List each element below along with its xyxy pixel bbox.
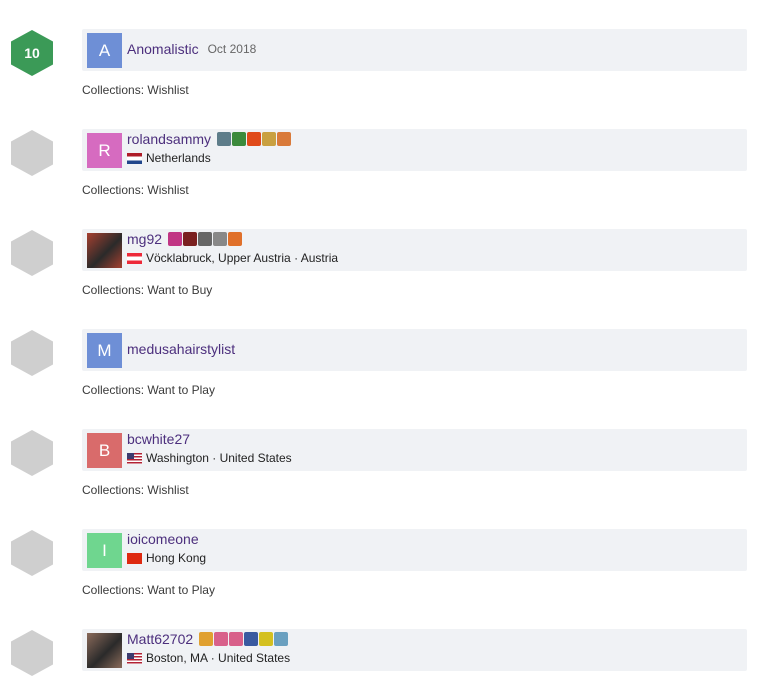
rating-entry: mg92 Vöcklabruck, Upper Austria · Austri… <box>0 200 759 300</box>
user-badges <box>217 132 292 146</box>
location-text: Hong Kong <box>146 551 207 565</box>
flag-icon <box>127 652 142 664</box>
avatar-letter: I <box>102 540 107 560</box>
flag-icon <box>127 152 142 164</box>
rating-entry: 10 A Anomalistic Oct 2018 Collections: W… <box>0 0 759 100</box>
collections-text: Collections: Wishlist <box>82 83 189 97</box>
user-card: A Anomalistic Oct 2018 <box>82 29 747 71</box>
rating-entry: M medusahairstylist Collections: Want to… <box>0 300 759 400</box>
user-badge-icon[interactable] <box>198 232 213 246</box>
user-location: Netherlands <box>127 151 211 165</box>
avatar[interactable]: A <box>87 33 122 68</box>
user-heading: ioicomeone <box>127 531 199 547</box>
user-location: Boston, MA · United States <box>127 651 290 665</box>
user-card: I ioicomeone Hong Kong <box>82 529 747 571</box>
username-link[interactable]: medusahairstylist <box>127 341 235 357</box>
username-link[interactable]: Anomalistic <box>127 41 199 57</box>
user-badge-icon[interactable] <box>232 132 247 146</box>
username-link[interactable]: Matt62702 <box>127 631 193 647</box>
user-badge-icon[interactable] <box>274 632 289 646</box>
user-badge-icon[interactable] <box>168 232 183 246</box>
username-link[interactable]: ioicomeone <box>127 531 199 547</box>
flag-canton <box>127 452 134 459</box>
user-badge-icon[interactable] <box>229 632 244 646</box>
avatar-letter: B <box>98 440 111 460</box>
location-text: Vöcklabruck, Upper Austria · Austria <box>146 251 339 265</box>
user-badge-icon[interactable] <box>247 132 262 146</box>
avatar[interactable]: M <box>87 333 122 368</box>
avatar[interactable]: R <box>87 133 122 168</box>
user-heading: mg92 <box>127 231 243 247</box>
avatar[interactable] <box>87 633 122 668</box>
rating-hexagon <box>11 330 53 376</box>
user-location: Vöcklabruck, Upper Austria · Austria <box>127 251 338 265</box>
flag-canton <box>127 652 134 659</box>
user-badges <box>199 632 289 646</box>
user-badge-icon[interactable] <box>183 232 198 246</box>
rating-value: 10 <box>24 45 40 61</box>
collections-text: Collections: Wishlist <box>82 183 189 197</box>
location-text: Boston, MA · United States <box>146 651 291 665</box>
flag-icon <box>127 552 142 564</box>
rating-hexagon <box>11 630 53 676</box>
avatar-letter: R <box>98 140 111 160</box>
user-heading: rolandsammy <box>127 131 292 147</box>
collections-text: Collections: Want to Play <box>82 583 215 597</box>
rating-hexagon: 10 <box>11 30 53 76</box>
location-text: Netherlands <box>146 151 211 165</box>
user-card: R rolandsammy Netherlands <box>82 129 747 171</box>
collections-text: Collections: Want to Play <box>82 383 215 397</box>
rating-hexagon <box>11 230 53 276</box>
username-link[interactable]: mg92 <box>127 231 162 247</box>
username-link[interactable]: rolandsammy <box>127 131 211 147</box>
avatar-letter: M <box>97 340 112 360</box>
flag-icon <box>127 252 142 264</box>
user-badge-icon[interactable] <box>213 232 228 246</box>
user-heading: bcwhite27 <box>127 431 190 447</box>
user-card: mg92 Vöcklabruck, Upper Austria · Austri… <box>82 229 747 271</box>
user-badge-icon[interactable] <box>259 632 274 646</box>
user-location: Washington · United States <box>127 451 292 465</box>
user-card: B bcwhite27 Washington · United States <box>82 429 747 471</box>
user-location: Hong Kong <box>127 551 206 565</box>
user-badge-icon[interactable] <box>244 632 259 646</box>
flag-icon <box>127 452 142 464</box>
rating-date: Oct 2018 <box>207 42 257 56</box>
rating-hexagon <box>11 430 53 476</box>
rating-hexagon <box>11 130 53 176</box>
user-badges <box>168 232 243 246</box>
rating-entry: R rolandsammy Netherlands Collections: W… <box>0 100 759 200</box>
avatar-letter: A <box>98 40 111 60</box>
avatar[interactable]: B <box>87 433 122 468</box>
user-card: M medusahairstylist <box>82 329 747 371</box>
rating-entry: Matt62702 Boston, MA · United States <box>0 600 759 700</box>
user-badge-icon[interactable] <box>217 132 232 146</box>
rating-entry: I ioicomeone Hong Kong Collections: Want… <box>0 500 759 600</box>
collections-text: Collections: Want to Buy <box>82 283 213 297</box>
user-heading: medusahairstylist <box>127 341 235 357</box>
avatar[interactable] <box>87 233 122 268</box>
user-badge-icon[interactable] <box>228 232 243 246</box>
user-heading: Anomalistic Oct 2018 <box>127 41 256 57</box>
rating-hexagon <box>11 530 53 576</box>
avatar[interactable]: I <box>87 533 122 568</box>
username-link[interactable]: bcwhite27 <box>127 431 190 447</box>
location-text: Washington · United States <box>146 451 292 465</box>
user-badge-icon[interactable] <box>277 132 292 146</box>
user-badge-icon[interactable] <box>199 632 214 646</box>
user-card: Matt62702 Boston, MA · United States <box>82 629 747 671</box>
user-badge-icon[interactable] <box>214 632 229 646</box>
user-badge-icon[interactable] <box>262 132 277 146</box>
rating-entry: B bcwhite27 Washington · United States C… <box>0 400 759 500</box>
collections-text: Collections: Wishlist <box>82 483 189 497</box>
user-heading: Matt62702 <box>127 631 289 647</box>
